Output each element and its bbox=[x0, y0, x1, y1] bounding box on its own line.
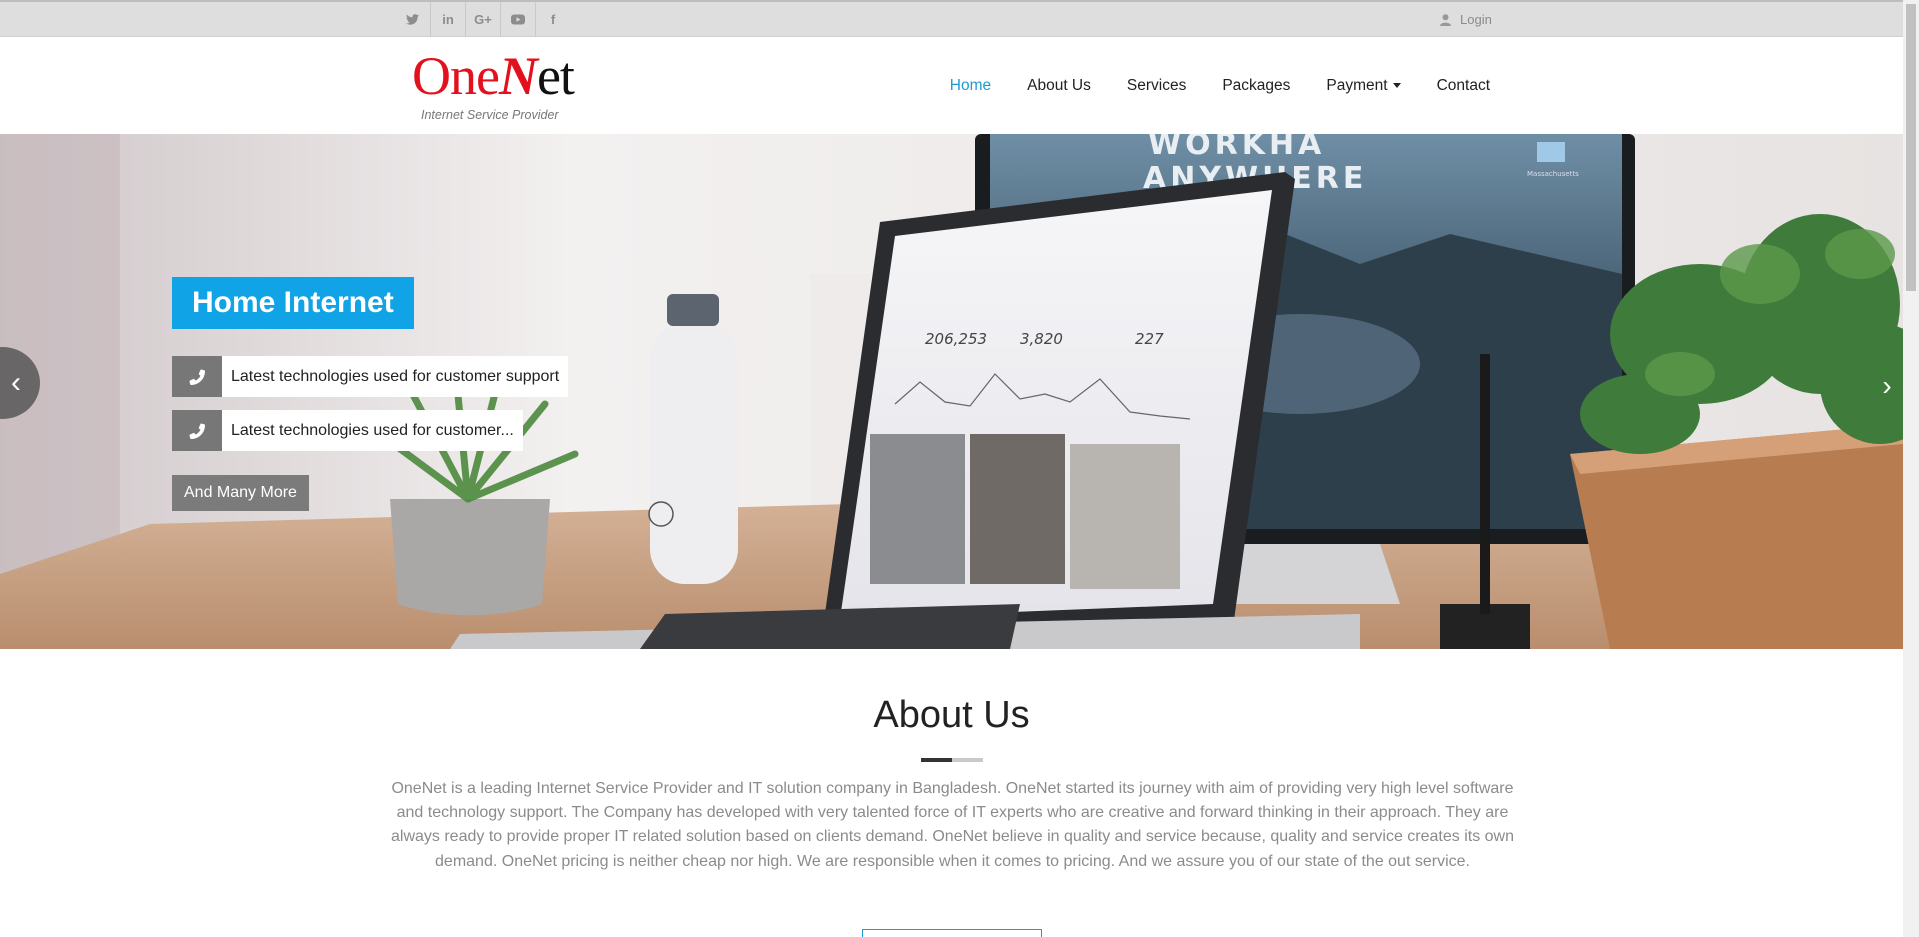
facebook-icon[interactable]: f bbox=[535, 2, 570, 37]
logo-wordmark: OneNet bbox=[412, 47, 582, 105]
and-many-more-button[interactable]: And Many More bbox=[172, 475, 309, 511]
social-links: in G+ f bbox=[395, 2, 570, 37]
slider-next-button[interactable]: › bbox=[1872, 370, 1902, 401]
facebook-glyph: f bbox=[550, 12, 556, 27]
hero-feature-2: Latest technologies used for customer... bbox=[172, 410, 523, 451]
hero-slider: WORKHA ANYWHERE Massachusetts 206,253 3,… bbox=[0, 134, 1903, 649]
hero-feature-1-text: Latest technologies used for customer su… bbox=[222, 356, 569, 397]
linkedin-icon[interactable]: in bbox=[430, 2, 465, 37]
main-nav: Home About Us Services Packages Payment … bbox=[914, 37, 1490, 134]
laptop-stat-2: 3,820 bbox=[1020, 330, 1063, 348]
top-bar: in G+ f Login bbox=[0, 0, 1903, 37]
nav-about-us[interactable]: About Us bbox=[1027, 77, 1091, 95]
logo-part-n: N bbox=[498, 46, 538, 106]
divider-light bbox=[952, 758, 983, 762]
nav-services[interactable]: Services bbox=[1127, 77, 1186, 95]
google-plus-icon[interactable]: G+ bbox=[465, 2, 500, 37]
youtube-icon[interactable] bbox=[500, 2, 535, 37]
hero-feature-1: Latest technologies used for customer su… bbox=[172, 356, 569, 397]
linkedin-glyph: in bbox=[442, 12, 454, 27]
divider-dark bbox=[921, 758, 952, 762]
twitter-icon[interactable] bbox=[395, 2, 430, 37]
login-link[interactable]: Login bbox=[1440, 2, 1492, 37]
about-read-more-button[interactable] bbox=[862, 929, 1042, 937]
laptop-stat-1: 206,253 bbox=[925, 330, 987, 348]
laptop-stat-3: 227 bbox=[1135, 330, 1164, 348]
caret-down-icon bbox=[1392, 83, 1401, 88]
phone-icon bbox=[172, 410, 222, 451]
chevron-left-icon: ‹ bbox=[11, 366, 21, 399]
user-icon bbox=[1440, 13, 1451, 26]
hero-title: Home Internet bbox=[172, 277, 414, 329]
phone-icon bbox=[172, 356, 222, 397]
nav-payment[interactable]: Payment bbox=[1326, 76, 1401, 95]
page-scrollbar[interactable] bbox=[1903, 0, 1919, 937]
about-text: OneNet is a leading Internet Service Pro… bbox=[391, 780, 1514, 870]
logo-part-one: One bbox=[412, 46, 500, 106]
logo-part-et: et bbox=[536, 46, 575, 106]
google-plus-glyph: G+ bbox=[474, 12, 492, 27]
scrollbar-thumb[interactable] bbox=[1906, 4, 1916, 291]
nav-payment-label: Payment bbox=[1326, 76, 1388, 94]
nav-contact[interactable]: Contact bbox=[1437, 77, 1490, 95]
logo[interactable]: OneNet Internet Service Provider bbox=[412, 47, 582, 127]
logo-tagline: Internet Service Provider bbox=[421, 108, 559, 122]
site-header: OneNet Internet Service Provider Home Ab… bbox=[0, 37, 1903, 134]
monitor-folder-label: Massachusetts bbox=[1527, 170, 1579, 178]
hero-feature-2-text: Latest technologies used for customer... bbox=[222, 410, 523, 451]
section-divider bbox=[921, 758, 983, 762]
chevron-right-icon: › bbox=[1882, 370, 1892, 401]
monitor-headline-1: WORKHA bbox=[1148, 134, 1325, 162]
nav-home[interactable]: Home bbox=[950, 77, 991, 95]
about-title: About Us bbox=[873, 694, 1030, 736]
nav-packages[interactable]: Packages bbox=[1222, 77, 1290, 95]
login-label: Login bbox=[1460, 12, 1492, 27]
